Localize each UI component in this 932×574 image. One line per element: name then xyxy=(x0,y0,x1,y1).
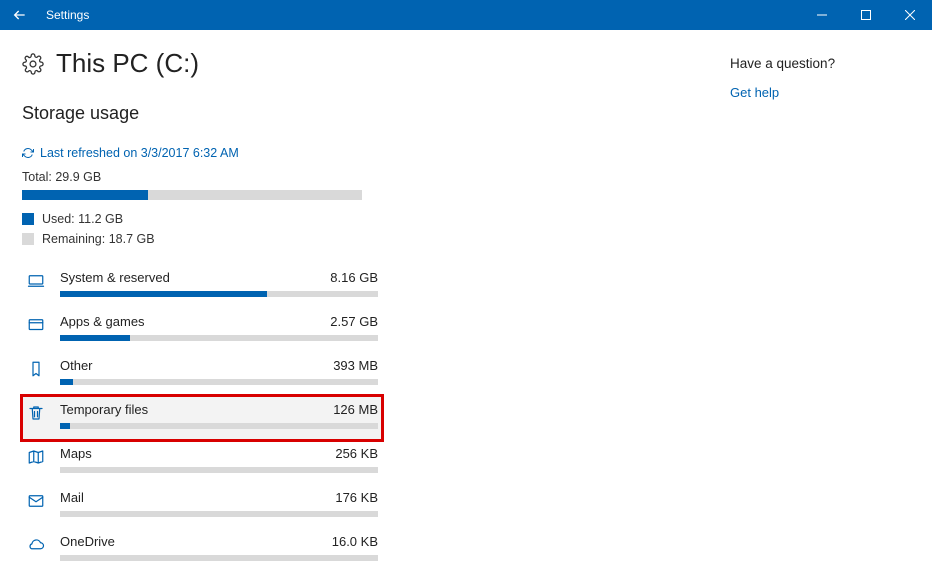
get-help-link[interactable]: Get help xyxy=(730,85,910,100)
minimize-icon xyxy=(817,10,827,20)
cloud-icon xyxy=(26,536,46,554)
mail-icon xyxy=(26,492,46,510)
close-icon xyxy=(905,10,915,20)
category-bar xyxy=(60,291,378,297)
category-bar-fill xyxy=(60,291,267,297)
help-sidebar: Have a question? Get help xyxy=(730,48,910,572)
category-size: 8.16 GB xyxy=(330,270,378,285)
refresh-link[interactable]: Last refreshed on 3/3/2017 6:32 AM xyxy=(22,146,382,160)
swatch-remaining-icon xyxy=(22,233,34,245)
total-usage-bar xyxy=(22,190,362,200)
total-usage-fill xyxy=(22,190,148,200)
trash-icon xyxy=(26,404,46,422)
minimize-button[interactable] xyxy=(800,0,844,30)
total-label: Total: 29.9 GB xyxy=(22,170,382,184)
category-name: Apps & games xyxy=(60,314,145,329)
main-column: This PC (C:) Storage usage Last refreshe… xyxy=(22,48,382,572)
back-button[interactable] xyxy=(0,0,40,30)
category-name: OneDrive xyxy=(60,534,115,549)
close-button[interactable] xyxy=(888,0,932,30)
category-name: Temporary files xyxy=(60,402,148,417)
category-bar xyxy=(60,467,378,473)
swatch-used-icon xyxy=(22,213,34,225)
category-map[interactable]: Maps 256 KB xyxy=(22,440,382,484)
category-trash[interactable]: Temporary files 126 MB xyxy=(22,396,382,440)
category-bar xyxy=(60,511,378,517)
category-apps[interactable]: Apps & games 2.57 GB xyxy=(22,308,382,352)
bookmark-icon xyxy=(26,360,46,378)
legend-used: Used: 11.2 GB xyxy=(22,212,382,226)
category-name: Mail xyxy=(60,490,84,505)
category-bar-fill xyxy=(60,379,73,385)
computer-icon xyxy=(26,272,46,290)
category-size: 393 MB xyxy=(333,358,378,373)
category-bar-fill xyxy=(60,335,130,341)
apps-icon xyxy=(26,316,46,334)
window-title: Settings xyxy=(40,8,89,22)
category-size: 126 MB xyxy=(333,402,378,417)
arrow-left-icon xyxy=(12,7,28,23)
maximize-button[interactable] xyxy=(844,0,888,30)
refresh-text: Last refreshed on 3/3/2017 6:32 AM xyxy=(40,146,239,160)
refresh-icon xyxy=(22,147,34,159)
category-name: Maps xyxy=(60,446,92,461)
category-list: System & reserved 8.16 GB Apps & games 2.57… xyxy=(22,264,382,572)
help-question: Have a question? xyxy=(730,56,910,71)
window-controls xyxy=(800,0,932,30)
category-computer[interactable]: System & reserved 8.16 GB xyxy=(22,264,382,308)
category-bar xyxy=(60,379,378,385)
gear-icon xyxy=(22,53,44,75)
category-mail[interactable]: Mail 176 KB xyxy=(22,484,382,528)
category-size: 16.0 KB xyxy=(332,534,378,549)
category-name: Other xyxy=(60,358,93,373)
category-size: 256 KB xyxy=(335,446,378,461)
category-bar-fill xyxy=(60,423,70,429)
category-name: System & reserved xyxy=(60,270,170,285)
titlebar: Settings xyxy=(0,0,932,30)
category-bar xyxy=(60,335,378,341)
category-size: 2.57 GB xyxy=(330,314,378,329)
page-title: This PC (C:) xyxy=(56,48,199,79)
category-bar xyxy=(60,423,378,429)
map-icon xyxy=(26,448,46,466)
category-bar xyxy=(60,555,378,561)
category-size: 176 KB xyxy=(335,490,378,505)
legend-remaining: Remaining: 18.7 GB xyxy=(22,232,382,246)
category-cloud[interactable]: OneDrive 16.0 KB xyxy=(22,528,382,572)
category-bookmark[interactable]: Other 393 MB xyxy=(22,352,382,396)
maximize-icon xyxy=(861,10,871,20)
section-title: Storage usage xyxy=(22,103,382,124)
